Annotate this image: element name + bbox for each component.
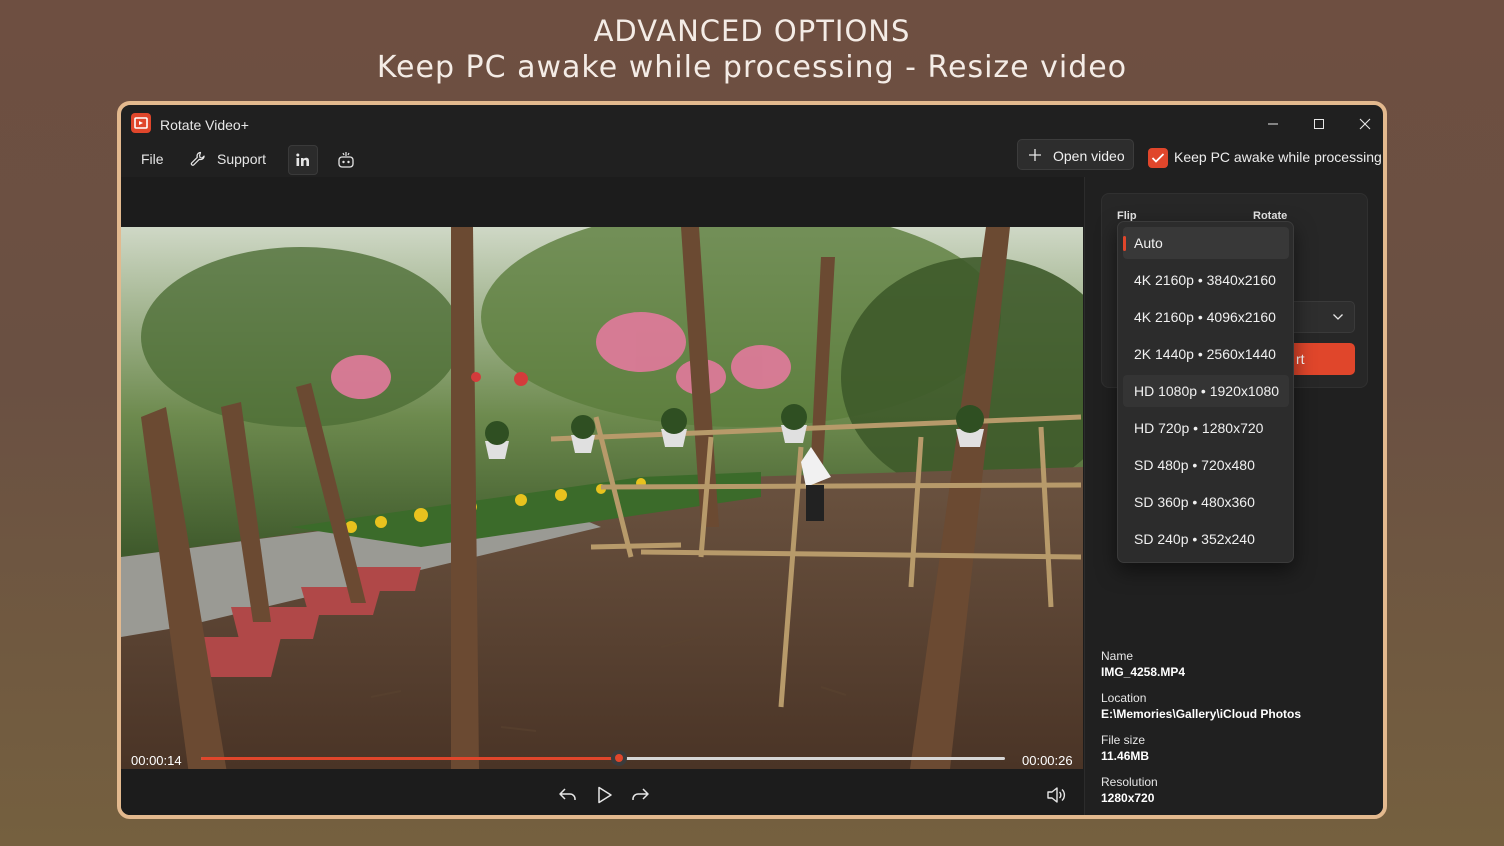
app-window: Rotate Video+ File Support Open video Ke… bbox=[117, 101, 1387, 819]
title-bar: Rotate Video+ bbox=[121, 105, 1383, 141]
resolution-option[interactable]: HD 720p • 1280x720 bbox=[1123, 412, 1289, 444]
resolution-option[interactable]: SD 240p • 352x240 bbox=[1123, 523, 1289, 555]
volume-icon bbox=[1047, 787, 1066, 803]
rewind-button[interactable] bbox=[554, 781, 582, 809]
info-location: Location E:\Memories\Gallery\iCloud Phot… bbox=[1101, 691, 1302, 721]
close-icon bbox=[1359, 118, 1371, 130]
keep-awake-checkbox[interactable] bbox=[1148, 148, 1168, 168]
linkedin-button[interactable] bbox=[288, 145, 318, 175]
redo-arrow-icon bbox=[632, 788, 649, 800]
seek-bar-fill bbox=[201, 757, 620, 760]
app-logo-icon bbox=[131, 113, 151, 133]
resolution-option[interactable]: 2K 1440p • 2560x1440 bbox=[1123, 338, 1289, 370]
play-button[interactable] bbox=[590, 781, 618, 809]
selection-indicator bbox=[1123, 236, 1126, 251]
video-frame[interactable] bbox=[121, 227, 1083, 769]
sparkle-robot-icon bbox=[338, 152, 354, 168]
wrench-icon bbox=[190, 151, 205, 166]
menu-support-label: Support bbox=[217, 151, 267, 167]
maximize-icon bbox=[1314, 119, 1324, 129]
time-total: 00:00:26 bbox=[1022, 753, 1073, 768]
play-icon bbox=[598, 786, 612, 804]
keep-awake-label: Keep PC awake while processing bbox=[1174, 149, 1382, 165]
seek-bar-thumb[interactable] bbox=[611, 750, 628, 766]
resolution-option[interactable]: Auto bbox=[1123, 227, 1289, 259]
close-button[interactable] bbox=[1350, 111, 1380, 137]
seek-bar[interactable] bbox=[201, 750, 1005, 766]
checkmark-icon bbox=[1151, 153, 1165, 163]
headline-subtitle: Keep PC awake while processing - Resize … bbox=[376, 50, 1128, 85]
convert-button-label: rt bbox=[1296, 351, 1305, 367]
forward-button[interactable] bbox=[626, 781, 654, 809]
video-still-forest-scene bbox=[121, 227, 1083, 769]
resolution-option[interactable]: SD 480p • 720x480 bbox=[1123, 449, 1289, 481]
resolution-option[interactable]: 4K 2160p • 4096x2160 bbox=[1123, 301, 1289, 333]
open-video-button[interactable]: Open video bbox=[1017, 139, 1134, 170]
volume-button[interactable] bbox=[1042, 781, 1070, 809]
resolution-option[interactable]: SD 360p • 480x360 bbox=[1123, 486, 1289, 518]
linkedin-icon bbox=[296, 153, 309, 166]
resolution-dropdown: Auto 4K 2160p • 3840x2160 4K 2160p • 409… bbox=[1117, 221, 1294, 563]
resolution-option[interactable]: HD 1080p • 1920x1080 bbox=[1123, 375, 1289, 407]
open-video-label: Open video bbox=[1053, 148, 1125, 164]
minimize-icon bbox=[1268, 123, 1278, 125]
video-player: 00:00:14 00:00:26 bbox=[121, 177, 1084, 815]
chevron-down-icon bbox=[1333, 314, 1343, 320]
info-resolution: Resolution 1280x720 bbox=[1101, 775, 1158, 805]
minimize-button[interactable] bbox=[1258, 111, 1288, 137]
side-panel: Flip Rotate rt Auto 4K 2160p • 3840x2160… bbox=[1084, 177, 1383, 815]
undo-arrow-icon bbox=[559, 788, 576, 800]
info-name: Name IMG_4258.MP4 bbox=[1101, 649, 1186, 679]
window-title: Rotate Video+ bbox=[160, 117, 249, 133]
feedback-button[interactable] bbox=[331, 145, 361, 175]
menu-file[interactable]: File bbox=[141, 151, 164, 167]
time-current: 00:00:14 bbox=[131, 753, 182, 768]
maximize-button[interactable] bbox=[1304, 111, 1334, 137]
headline-title: ADVANCED OPTIONS bbox=[593, 14, 911, 48]
info-file-size: File size 11.46MB bbox=[1101, 733, 1150, 763]
resolution-option[interactable]: 4K 2160p • 3840x2160 bbox=[1123, 264, 1289, 296]
plus-icon bbox=[1029, 149, 1041, 161]
